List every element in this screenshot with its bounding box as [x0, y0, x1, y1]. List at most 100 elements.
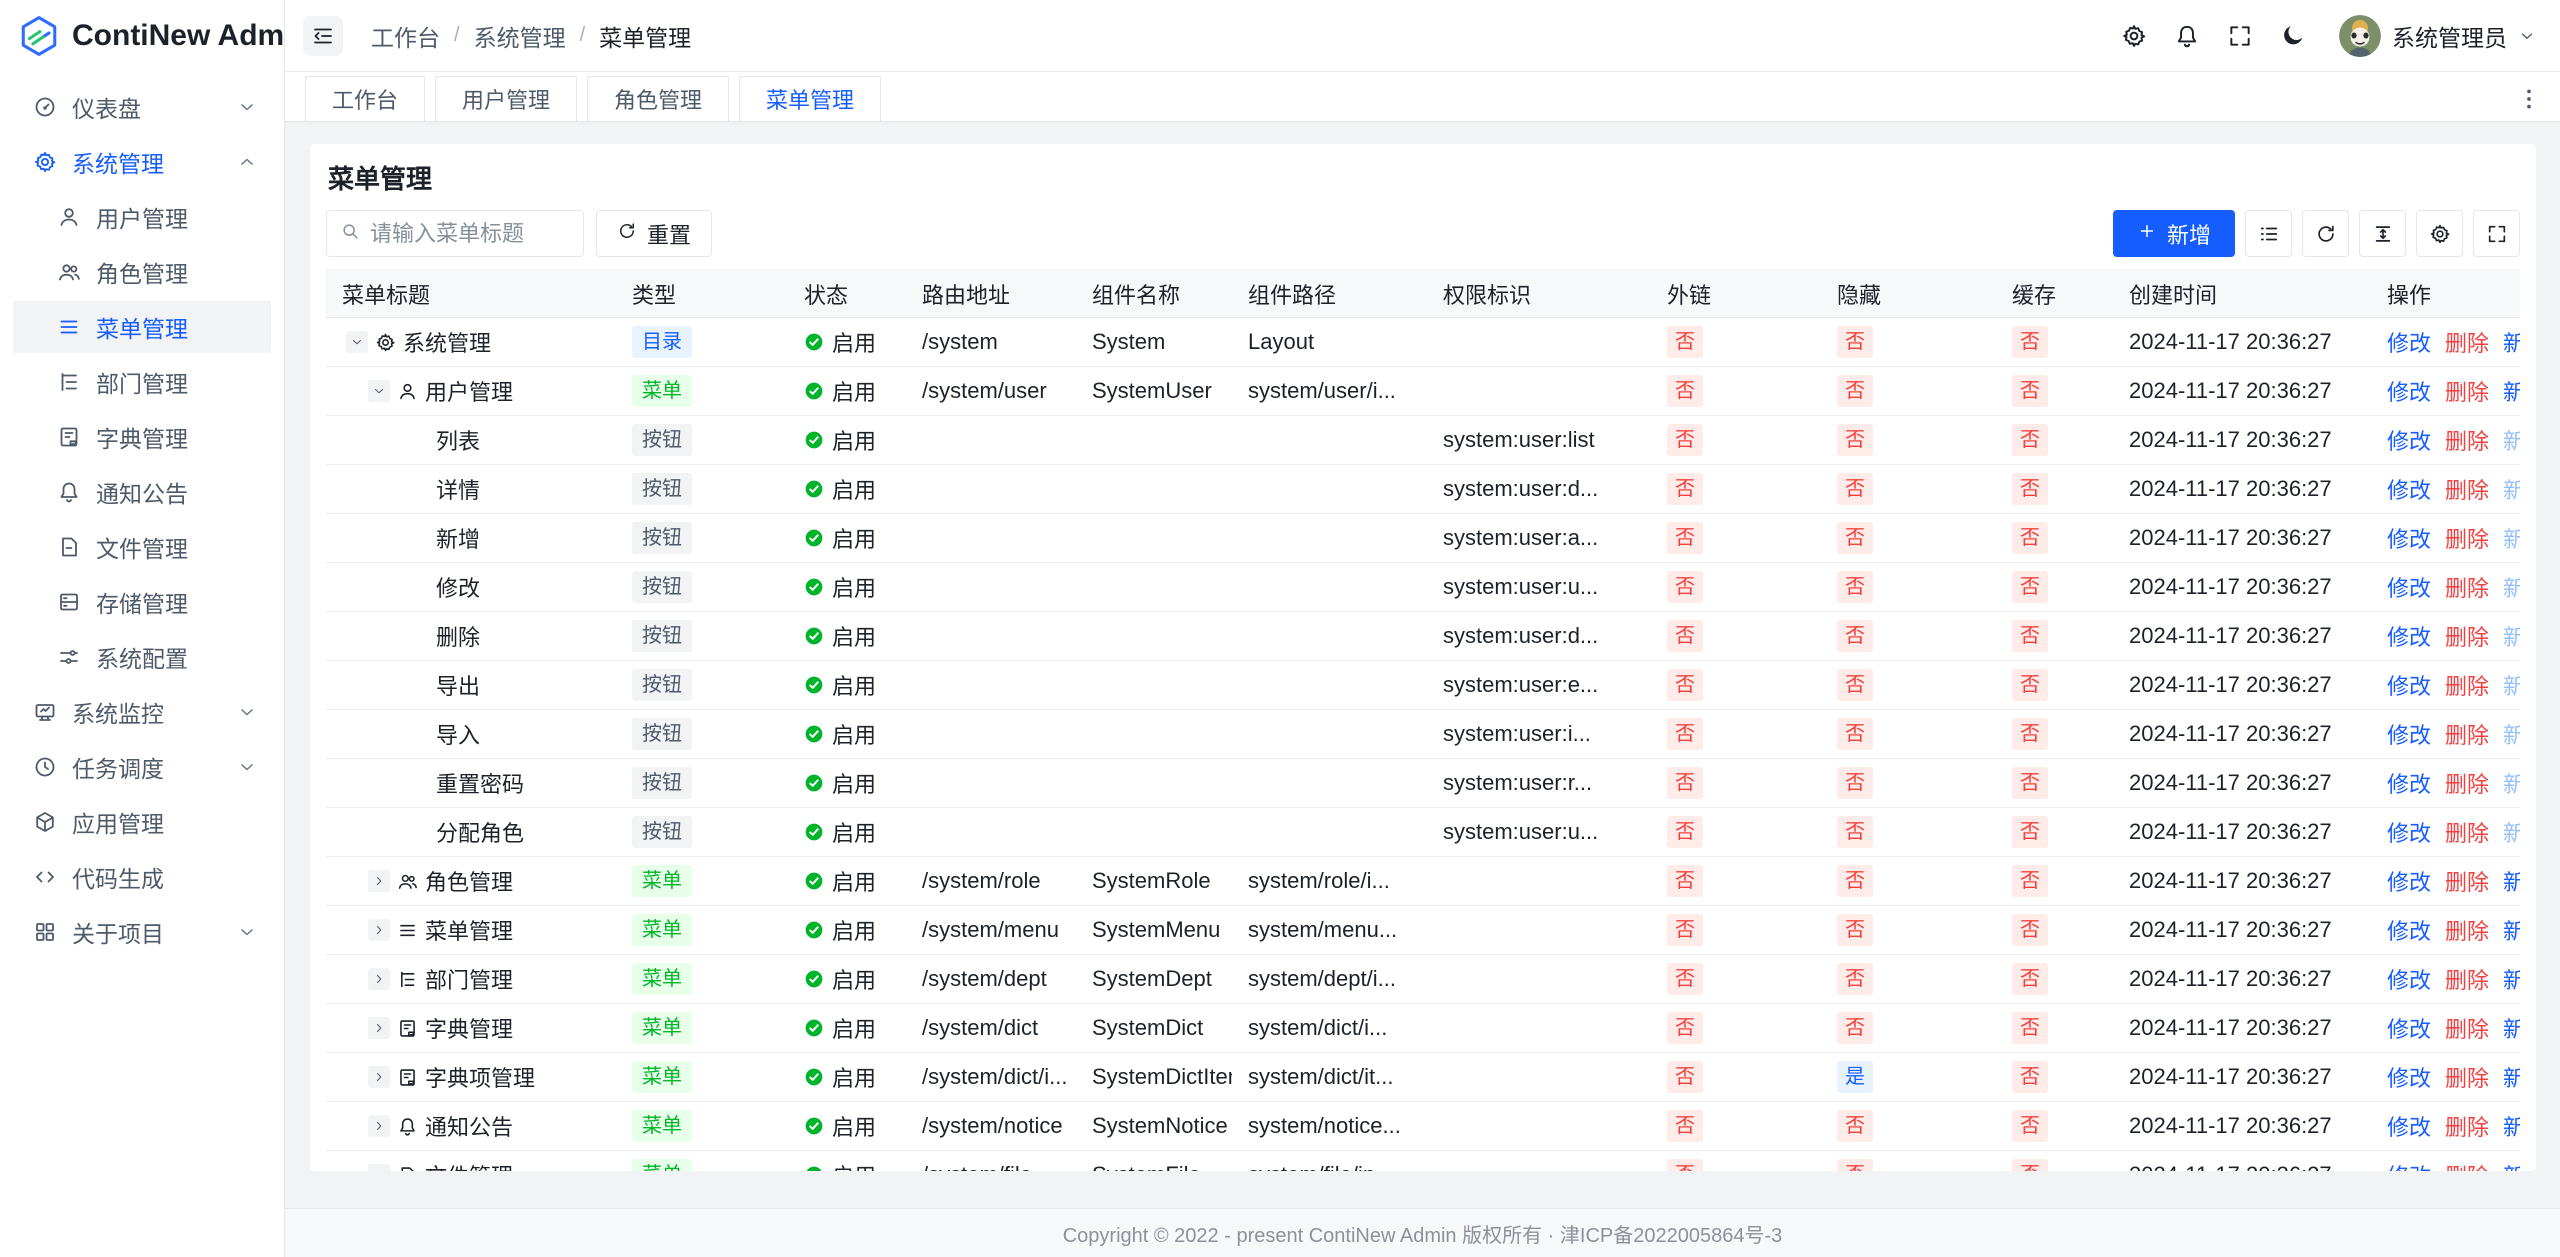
user-menu[interactable]: 系统管理员 — [2339, 15, 2536, 57]
reset-button[interactable]: 重置 — [596, 210, 712, 257]
topbar-bell-icon-button[interactable] — [2174, 23, 2200, 49]
topbar-gear-icon-button[interactable] — [2121, 23, 2147, 49]
delete-link[interactable]: 删除 — [2445, 473, 2489, 505]
tab-用户管理[interactable]: 用户管理 — [435, 76, 577, 121]
delete-link[interactable]: 删除 — [2445, 1061, 2489, 1093]
edit-link[interactable]: 修改 — [2387, 767, 2431, 799]
breadcrumb-item[interactable]: 系统管理 — [474, 19, 566, 53]
delete-link[interactable]: 删除 — [2445, 914, 2489, 946]
edit-link[interactable]: 修改 — [2387, 1159, 2431, 1171]
edit-link[interactable]: 修改 — [2387, 1012, 2431, 1044]
add-child-link[interactable]: 新增 — [2503, 1061, 2520, 1093]
sidebar-item-about[interactable]: 关于项目 — [13, 906, 271, 958]
add-child-link[interactable]: 新增 — [2503, 914, 2520, 946]
edit-link[interactable]: 修改 — [2387, 571, 2431, 603]
delete-link[interactable]: 删除 — [2445, 816, 2489, 848]
row-expander[interactable] — [368, 1017, 390, 1039]
sidebar-item-system[interactable]: 系统管理 — [13, 136, 271, 188]
brand[interactable]: ContiNew Admin — [0, 0, 284, 72]
sidebar-item-dashboard[interactable]: 仪表盘 — [13, 81, 271, 133]
add-child-link[interactable]: 新增 — [2503, 571, 2520, 603]
edit-link[interactable]: 修改 — [2387, 473, 2431, 505]
add-child-link[interactable]: 新增 — [2503, 1159, 2520, 1171]
edit-link[interactable]: 修改 — [2387, 375, 2431, 407]
delete-link[interactable]: 删除 — [2445, 620, 2489, 652]
sidebar-item-dept[interactable]: 部门管理 — [13, 356, 271, 408]
delete-link[interactable]: 删除 — [2445, 767, 2489, 799]
sidebar-item-role[interactable]: 角色管理 — [13, 246, 271, 298]
sidebar-item-monitor[interactable]: 系统监控 — [13, 686, 271, 738]
sidebar-item-menu[interactable]: 菜单管理 — [13, 301, 271, 353]
add-child-link[interactable]: 新增 — [2503, 1110, 2520, 1142]
sidebar-item-schedule[interactable]: 任务调度 — [13, 741, 271, 793]
add-child-link[interactable]: 新增 — [2503, 620, 2520, 652]
edit-link[interactable]: 修改 — [2387, 865, 2431, 897]
add-child-link[interactable]: 新增 — [2503, 1012, 2520, 1044]
delete-link[interactable]: 删除 — [2445, 1159, 2489, 1171]
sidebar-item-notice[interactable]: 通知公告 — [13, 466, 271, 518]
add-child-link[interactable]: 新增 — [2503, 816, 2520, 848]
topbar-fullscreen-icon-button[interactable] — [2227, 23, 2253, 49]
tab-角色管理[interactable]: 角色管理 — [587, 76, 729, 121]
sidebar-item-storage[interactable]: 存储管理 — [13, 576, 271, 628]
table-tool-fullscreen-icon-button[interactable] — [2473, 210, 2520, 257]
edit-link[interactable]: 修改 — [2387, 963, 2431, 995]
table-tool-line-height-icon-button[interactable] — [2359, 210, 2406, 257]
table-tool-gear-icon-button[interactable] — [2416, 210, 2463, 257]
sidebar-item-dict[interactable]: 字典管理 — [13, 411, 271, 463]
delete-link[interactable]: 删除 — [2445, 326, 2489, 358]
edit-link[interactable]: 修改 — [2387, 620, 2431, 652]
edit-link[interactable]: 修改 — [2387, 326, 2431, 358]
sidebar-item-app[interactable]: 应用管理 — [13, 796, 271, 848]
row-expander[interactable] — [368, 1115, 390, 1137]
add-child-link[interactable]: 新增 — [2503, 669, 2520, 701]
edit-link[interactable]: 修改 — [2387, 1110, 2431, 1142]
tab-工作台[interactable]: 工作台 — [305, 76, 425, 121]
edit-link[interactable]: 修改 — [2387, 424, 2431, 456]
edit-link[interactable]: 修改 — [2387, 522, 2431, 554]
delete-link[interactable]: 删除 — [2445, 963, 2489, 995]
add-child-link[interactable]: 新增 — [2503, 326, 2520, 358]
edit-link[interactable]: 修改 — [2387, 816, 2431, 848]
tab-more-button[interactable] — [2516, 86, 2542, 112]
delete-link[interactable]: 删除 — [2445, 522, 2489, 554]
delete-link[interactable]: 删除 — [2445, 1110, 2489, 1142]
search-input[interactable] — [370, 221, 570, 247]
add-child-link[interactable]: 新增 — [2503, 522, 2520, 554]
tab-菜单管理[interactable]: 菜单管理 — [739, 76, 881, 121]
sidebar-item-user[interactable]: 用户管理 — [13, 191, 271, 243]
breadcrumb-item[interactable]: 菜单管理 — [599, 19, 691, 53]
add-child-link[interactable]: 新增 — [2503, 473, 2520, 505]
row-expander[interactable] — [346, 331, 368, 353]
edit-link[interactable]: 修改 — [2387, 669, 2431, 701]
row-expander[interactable] — [368, 1066, 390, 1088]
delete-link[interactable]: 删除 — [2445, 718, 2489, 750]
sidebar-item-codegen[interactable]: 代码生成 — [13, 851, 271, 903]
row-expander[interactable] — [368, 968, 390, 990]
delete-link[interactable]: 删除 — [2445, 1012, 2489, 1044]
edit-link[interactable]: 修改 — [2387, 914, 2431, 946]
delete-link[interactable]: 删除 — [2445, 375, 2489, 407]
row-expander[interactable] — [368, 1164, 390, 1171]
table-tool-list-icon-button[interactable] — [2245, 210, 2292, 257]
row-expander[interactable] — [368, 919, 390, 941]
topbar-moon-icon-button[interactable] — [2280, 23, 2306, 49]
delete-link[interactable]: 删除 — [2445, 424, 2489, 456]
delete-link[interactable]: 删除 — [2445, 571, 2489, 603]
delete-link[interactable]: 删除 — [2445, 865, 2489, 897]
row-expander[interactable] — [368, 870, 390, 892]
sidebar-item-config[interactable]: 系统配置 — [13, 631, 271, 683]
edit-link[interactable]: 修改 — [2387, 718, 2431, 750]
sidebar-item-file[interactable]: 文件管理 — [13, 521, 271, 573]
add-child-link[interactable]: 新增 — [2503, 865, 2520, 897]
delete-link[interactable]: 删除 — [2445, 669, 2489, 701]
add-child-link[interactable]: 新增 — [2503, 767, 2520, 799]
sidebar-collapse-button[interactable] — [303, 16, 343, 56]
table-tool-refresh-icon-button[interactable] — [2302, 210, 2349, 257]
add-button[interactable]: 新增 — [2113, 210, 2235, 257]
edit-link[interactable]: 修改 — [2387, 1061, 2431, 1093]
add-child-link[interactable]: 新增 — [2503, 718, 2520, 750]
breadcrumb-item[interactable]: 工作台 — [371, 19, 440, 53]
add-child-link[interactable]: 新增 — [2503, 375, 2520, 407]
add-child-link[interactable]: 新增 — [2503, 424, 2520, 456]
